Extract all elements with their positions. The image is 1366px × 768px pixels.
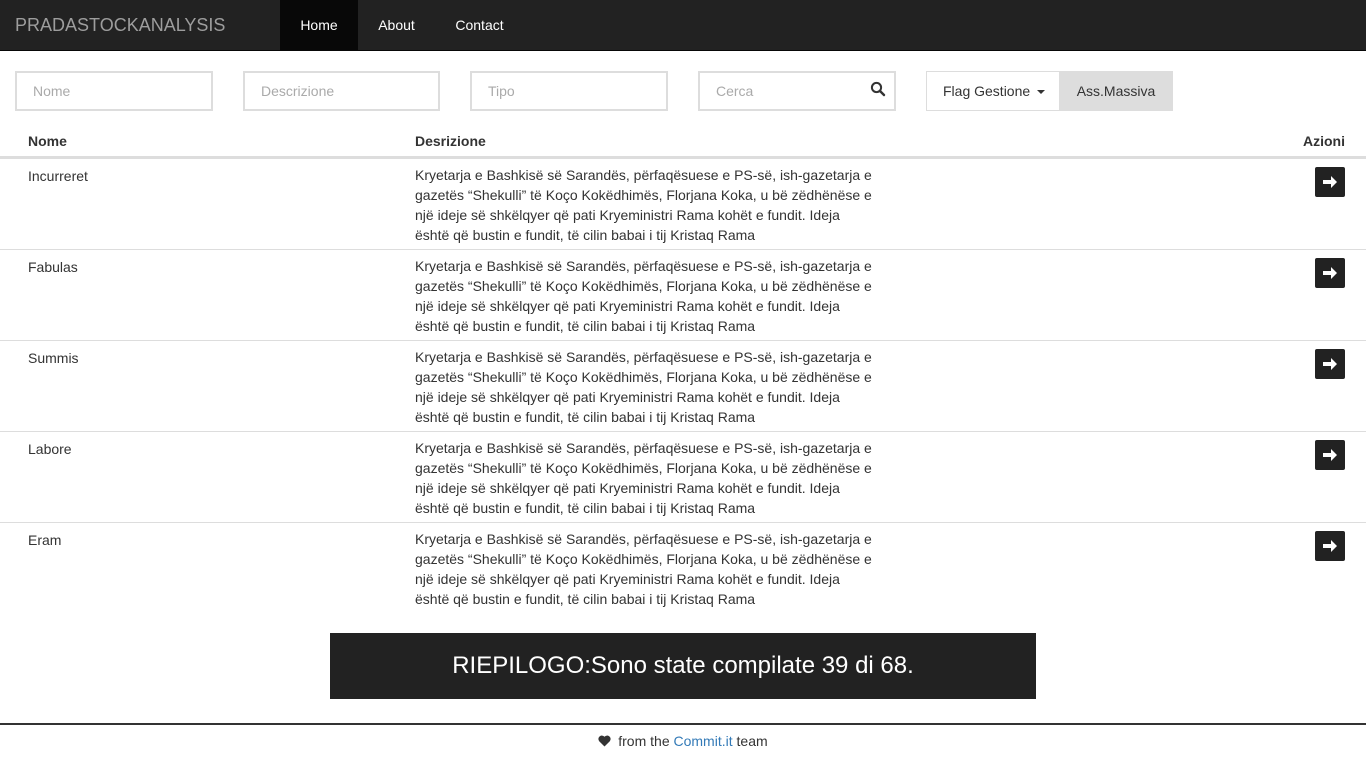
row-action-button[interactable] <box>1315 258 1345 288</box>
row-description: Kryetarja e Bashkisë së Sarandës, përfaq… <box>415 531 872 607</box>
table-row: Fabulas Kryetarja e Bashkisë së Sarandës… <box>0 250 1366 341</box>
nav-about[interactable]: About <box>358 0 435 50</box>
nome-input[interactable] <box>17 73 211 109</box>
ass-massiva-button[interactable]: Ass.Massiva <box>1059 71 1173 111</box>
row-action-button[interactable] <box>1315 167 1345 197</box>
row-name: Labore <box>28 441 72 457</box>
arrow-right-icon <box>1323 176 1337 188</box>
column-header-nome: Nome <box>28 133 67 149</box>
nome-filter <box>15 71 213 111</box>
row-name: Eram <box>28 532 62 548</box>
flag-gestione-dropdown[interactable]: Flag Gestione <box>926 71 1060 111</box>
table-row: Incurreret Kryetarja e Bashkisë së Saran… <box>0 159 1366 250</box>
row-action-button[interactable] <box>1315 349 1345 379</box>
tipo-filter <box>470 71 668 111</box>
descrizione-filter <box>243 71 440 111</box>
arrow-right-icon <box>1323 267 1337 279</box>
brand-logo[interactable]: PRADASTOCKANALYSIS <box>15 0 225 50</box>
footer-suffix: team <box>736 733 768 749</box>
arrow-right-icon <box>1323 449 1337 461</box>
heart-icon <box>598 735 611 747</box>
footer-divider <box>0 723 1366 725</box>
commit-it-link[interactable]: Commit.it <box>674 733 733 749</box>
row-name: Summis <box>28 350 79 366</box>
footer-prefix: from the <box>618 733 670 749</box>
flag-gestione-label: Flag Gestione <box>943 83 1031 99</box>
search-input[interactable] <box>700 73 894 109</box>
descrizione-input[interactable] <box>245 73 438 109</box>
search-icon[interactable] <box>870 81 886 97</box>
row-description: Kryetarja e Bashkisë së Sarandës, përfaq… <box>415 349 872 425</box>
arrow-right-icon <box>1323 540 1337 552</box>
column-header-descrizione: Desrizione <box>415 133 486 149</box>
arrow-right-icon <box>1323 358 1337 370</box>
table-row: Eram Kryetarja e Bashkisë së Sarandës, p… <box>0 523 1366 614</box>
summary-banner: RIEPILOGO:Sono state compilate 39 di 68. <box>330 633 1036 699</box>
row-name: Incurreret <box>28 168 88 184</box>
column-header-azioni: Azioni <box>1303 133 1345 149</box>
row-action-button[interactable] <box>1315 531 1345 561</box>
row-description: Kryetarja e Bashkisë së Sarandës, përfaq… <box>415 258 872 334</box>
table-row: Summis Kryetarja e Bashkisë së Sarandës,… <box>0 341 1366 432</box>
row-action-button[interactable] <box>1315 440 1345 470</box>
tipo-input[interactable] <box>472 73 666 109</box>
row-description: Kryetarja e Bashkisë së Sarandës, përfaq… <box>415 440 872 516</box>
top-navbar: PRADASTOCKANALYSIS Home About Contact <box>0 0 1366 51</box>
table-row: Labore Kryetarja e Bashkisë së Sarandës,… <box>0 432 1366 523</box>
footer: from the Commit.it team <box>0 732 1366 750</box>
row-description: Kryetarja e Bashkisë së Sarandës, përfaq… <box>415 167 872 243</box>
caret-down-icon <box>1037 90 1046 95</box>
nav-contact[interactable]: Contact <box>435 0 524 50</box>
nav-home[interactable]: Home <box>280 0 358 50</box>
row-name: Fabulas <box>28 259 78 275</box>
cerca-filter <box>698 71 896 111</box>
